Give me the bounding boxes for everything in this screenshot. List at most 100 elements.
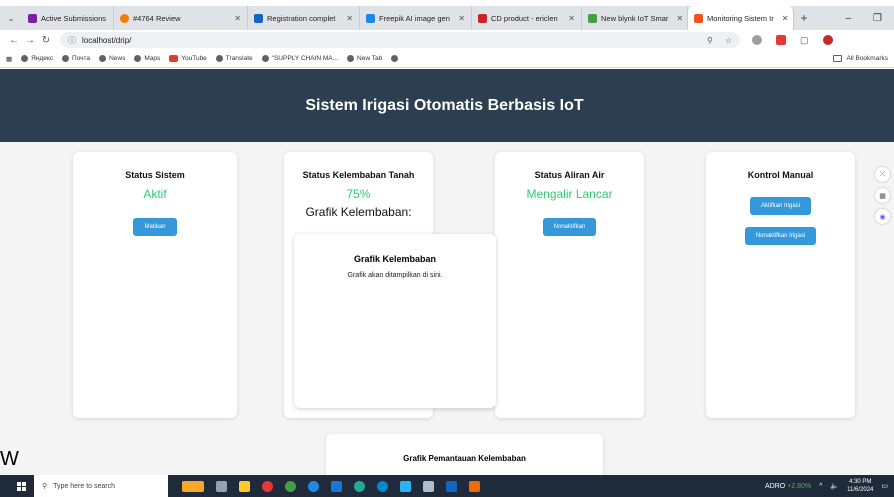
bookmark-label: Maps <box>144 55 161 62</box>
stock-widget[interactable]: ADRO +2.80% <box>765 483 811 490</box>
new-tab-button[interactable]: + <box>794 11 814 25</box>
youtube-icon <box>169 55 179 62</box>
stock-name: ADRO <box>764 482 786 490</box>
notification-icon[interactable]: ▭ <box>881 482 888 490</box>
chrome-icon[interactable] <box>308 480 319 492</box>
tab-monitoring[interactable]: Monitoring Sistem Ir ✕ <box>688 6 794 30</box>
tab-gmail[interactable]: CD product - ericlen ✕ <box>472 6 582 30</box>
bookmark-unnamed[interactable] <box>391 55 399 62</box>
zoom-icon[interactable]: ⚲ <box>707 36 713 45</box>
chrome-icon[interactable] <box>285 480 296 492</box>
vscode-icon[interactable] <box>446 480 457 492</box>
close-icon[interactable]: ✕ <box>454 14 465 23</box>
aktifkan-irigasi-button[interactable]: Aktifkan Irigasi <box>749 197 811 215</box>
profile-avatar[interactable] <box>822 35 833 45</box>
matikan-button[interactable]: Matikan <box>133 218 177 236</box>
reload-icon[interactable]: ↻ <box>38 35 54 46</box>
bookmark-news[interactable]: News <box>99 55 125 62</box>
site-info-icon[interactable]: ⓘ <box>68 35 76 46</box>
bookmark-pochta[interactable]: Почта <box>62 55 90 62</box>
panel-title: Grafik Kelembaban <box>353 254 437 264</box>
file-explorer-icon[interactable] <box>239 480 250 492</box>
page-header: Sistem Irigasi Otomatis Berbasis IoT <box>0 69 894 142</box>
clock[interactable]: 4:30 PM 11/6/2024 <box>847 478 873 494</box>
tab-active-submissions[interactable]: Active Submissions ✕ <box>22 6 114 30</box>
assistant-icon[interactable]: ◉ <box>875 209 890 224</box>
task-view-icon[interactable] <box>216 480 227 492</box>
url-bar[interactable]: ⓘ localhost/drip/ ⚲ ☆ <box>60 32 740 48</box>
word-icon[interactable] <box>331 480 342 492</box>
tab-label: CD product - ericlen <box>491 13 558 23</box>
system-tray: ADRO +2.80% ^ 🔈 4:30 PM 11/6/2024 ▭ <box>765 478 894 494</box>
tab-favicon-icon <box>366 13 375 23</box>
bookmarks-bar: ▦ Яндекс Почта News Maps YouTube Transla… <box>0 50 894 68</box>
all-bookmarks-label: All Bookmarks <box>846 55 888 62</box>
chrome-icon[interactable] <box>354 480 365 492</box>
panel-placeholder-text: Grafik akan ditampilkan di sini. <box>347 272 443 279</box>
nonaktifkan-irigasi-button[interactable]: Nonaktifkan Irigasi <box>744 227 817 245</box>
bookmark-maps[interactable]: Maps <box>134 55 160 62</box>
bookmark-label: "SUPPLY CHAIN MA... <box>271 55 339 62</box>
tab-favicon-icon <box>254 13 263 23</box>
app-icon[interactable] <box>423 480 434 492</box>
bookmark-supply-chain[interactable]: "SUPPLY CHAIN MA... <box>261 55 339 62</box>
page-content: Sistem Irigasi Otomatis Berbasis IoT Sta… <box>0 69 894 475</box>
tab-label: New blynk IoT Smar <box>601 13 669 23</box>
forward-icon[interactable]: → <box>22 35 38 46</box>
window-controls: – ❐ <box>845 13 894 24</box>
search-placeholder: Type here to search <box>53 482 116 490</box>
bookmark-yandex[interactable]: Яндекс <box>21 55 53 62</box>
volume-icon[interactable]: 🔈 <box>830 482 839 490</box>
extension-icon[interactable] <box>776 35 786 45</box>
card-aliran-air: Status Aliran Air Mengalir Lancar Nonakt… <box>495 152 644 418</box>
extension-icon[interactable] <box>752 35 762 45</box>
bookmark-translate[interactable]: Translate <box>215 55 253 62</box>
close-icon[interactable]: ✕ <box>672 14 683 23</box>
maximize-icon[interactable]: ❐ <box>873 13 882 24</box>
close-icon[interactable]: ✕ <box>342 14 353 23</box>
card-title: Grafik Pemantauan Kelembaban <box>403 454 526 463</box>
moisture-value: 75% <box>346 187 371 201</box>
side-panel-icons: ⤫ ▦ ◉ <box>875 167 890 224</box>
bookmark-star-icon[interactable]: ☆ <box>725 36 732 45</box>
card-title: Status Kelembaban Tanah <box>302 170 415 180</box>
extensions-icon[interactable]: ▢ <box>800 35 809 46</box>
clock-date: 11/6/2024 <box>847 487 874 493</box>
tab-label: Registration complet <box>267 13 336 23</box>
tab-label: #4764 Review <box>133 13 181 23</box>
bookmark-youtube[interactable]: YouTube <box>169 55 207 62</box>
photos-icon[interactable] <box>400 480 411 492</box>
apps-grid-icon[interactable]: ▦ <box>6 55 12 63</box>
qr-icon[interactable]: ▦ <box>875 188 890 203</box>
back-icon[interactable]: ← <box>6 35 22 46</box>
xampp-icon[interactable] <box>469 480 480 492</box>
globe-icon <box>347 55 355 62</box>
stock-change: +2.80% <box>787 482 812 490</box>
close-icon[interactable]: ✕ <box>778 14 789 23</box>
globe-icon <box>391 55 399 62</box>
tab-search-icon[interactable]: ⌄ <box>0 14 22 23</box>
bookmark-label: Почта <box>72 55 91 62</box>
tab-registration[interactable]: Registration complet ✕ <box>248 6 360 30</box>
translate-icon[interactable]: ⤫ <box>875 167 890 182</box>
card-title: Kontrol Manual <box>747 170 814 180</box>
bookmark-new-tab[interactable]: New Tab <box>347 55 382 62</box>
bookmark-label: News <box>109 55 126 62</box>
close-icon[interactable]: ✕ <box>564 14 575 23</box>
widget-icon[interactable] <box>182 480 204 492</box>
tab-freepik[interactable]: Freepik AI image gen ✕ <box>360 6 472 30</box>
close-icon[interactable]: ✕ <box>230 14 241 23</box>
tray-chevron-icon[interactable]: ^ <box>819 483 822 490</box>
nonaktifkan-button[interactable]: Nonaktifkan <box>542 218 597 236</box>
tab-review[interactable]: #4764 Review ✕ <box>114 6 248 30</box>
water-flow-status: Mengalir Lancar <box>526 187 613 201</box>
edge-icon[interactable] <box>377 480 388 492</box>
taskbar-search-input[interactable]: ⚲ Type here to search <box>34 475 168 497</box>
minimize-icon[interactable]: – <box>845 13 851 24</box>
all-bookmarks[interactable]: All Bookmarks <box>833 55 894 62</box>
tab-bar: ⌄ Active Submissions ✕ #4764 Review ✕ Re… <box>0 6 894 30</box>
windows-start-icon[interactable] <box>8 475 34 497</box>
tab-blynk[interactable]: New blynk IoT Smar ✕ <box>582 6 688 30</box>
tab-label: Active Submissions <box>41 13 107 23</box>
chrome-icon[interactable] <box>262 480 273 492</box>
